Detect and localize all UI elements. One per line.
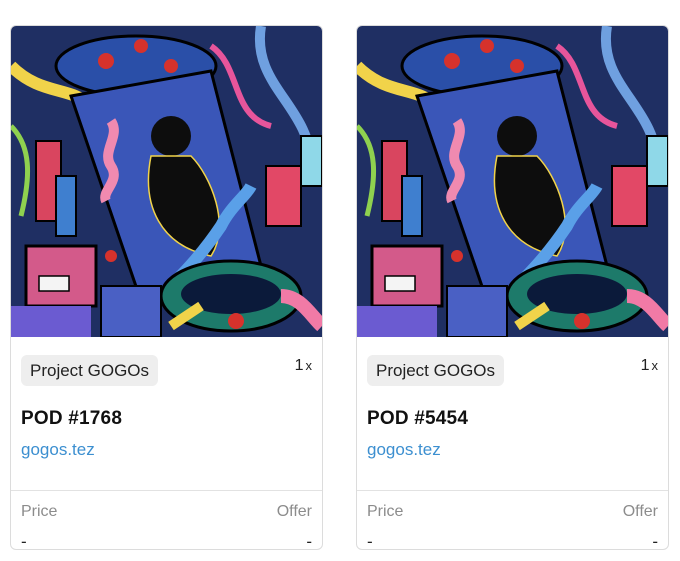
owner-link[interactable]: gogos.tez (21, 440, 95, 460)
quantity-suffix: x (651, 358, 659, 373)
price-label: Price (21, 503, 58, 520)
price-section: Price Offer - - (11, 492, 322, 550)
quantity-value: 1 (294, 357, 304, 374)
owner-link[interactable]: gogos.tez (367, 440, 441, 460)
card-info: Project GOGOs 1x POD #5454 gogos.tez (357, 337, 668, 491)
nft-card[interactable]: Project GOGOs 1x POD #1768 gogos.tez Pri… (10, 25, 323, 550)
quantity-value: 1 (640, 357, 650, 374)
offer-value: - (306, 532, 312, 550)
collection-tag[interactable]: Project GOGOs (367, 355, 505, 386)
collection-tag[interactable]: Project GOGOs (21, 355, 159, 386)
offer-label: Offer (276, 503, 312, 520)
price-section: Price Offer - - (357, 492, 668, 550)
quantity-suffix: x (305, 358, 313, 373)
price-value: - (367, 532, 373, 550)
token-title[interactable]: POD #5454 (367, 408, 468, 430)
price-label: Price (367, 503, 404, 520)
card-info: Project GOGOs 1x POD #1768 gogos.tez (11, 337, 322, 491)
token-title[interactable]: POD #1768 (21, 408, 122, 430)
nft-artwork-image[interactable] (11, 26, 322, 337)
nft-card[interactable]: Project GOGOs 1x POD #5454 gogos.tez Pri… (356, 25, 669, 550)
nft-artwork-image[interactable] (357, 26, 668, 337)
offer-label: Offer (622, 503, 658, 520)
offer-value: - (652, 532, 658, 550)
edition-quantity: 1x (641, 357, 658, 375)
price-value: - (21, 532, 27, 550)
edition-quantity: 1x (295, 357, 312, 375)
